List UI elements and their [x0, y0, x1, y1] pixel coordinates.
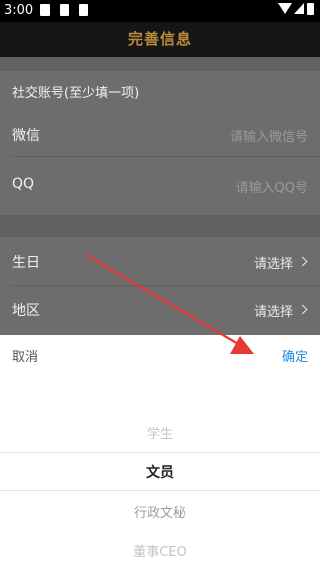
selection-line-bottom [0, 490, 320, 491]
selection-line-top [0, 452, 320, 453]
birthday-row[interactable]: 生日 请选择 [0, 237, 320, 285]
wechat-label: 微信 [12, 128, 40, 144]
qq-label: QQ [12, 176, 35, 192]
battery-icon [307, 3, 314, 15]
confirm-button[interactable]: 确定 [282, 346, 308, 365]
section-gap [0, 215, 320, 237]
page-title: 完善信息 [127, 30, 192, 48]
wechat-input[interactable]: 请输入微信号 [230, 126, 308, 145]
wifi-icon [278, 3, 292, 14]
image-icon [40, 4, 50, 16]
cancel-button[interactable]: 取消 [12, 346, 38, 365]
qq-row[interactable]: QQ 请输入QQ号 [0, 157, 320, 215]
social-section-label: 社交账号(至少填一项) [12, 86, 140, 101]
title-bar: 完善信息 [0, 22, 320, 57]
app-icon [79, 4, 88, 16]
region-label: 地区 [12, 303, 40, 319]
profile-form: 社交账号(至少填一项) 微信 请输入微信号 QQ 请输入QQ号 生日 请选择 地… [0, 57, 320, 335]
region-value: 请选择 [253, 305, 293, 320]
social-section-header: 社交账号(至少填一项) [0, 71, 320, 111]
notification-icon [60, 4, 69, 16]
picker-option[interactable]: 学生 [0, 423, 320, 442]
qq-input[interactable]: 请输入QQ号 [236, 177, 308, 196]
wechat-row[interactable]: 微信 请输入微信号 [0, 111, 320, 156]
birthday-value: 请选择 [253, 257, 293, 272]
picker-option[interactable]: 董事CEO [0, 541, 320, 560]
chevron-right-icon [297, 304, 308, 315]
occupation-picker: 取消 确定 学生 文员 行政文秘 董事CEO [0, 335, 320, 563]
birthday-label: 生日 [12, 255, 40, 271]
picker-option-selected[interactable]: 文员 [0, 462, 320, 482]
picker-option[interactable]: 行政文秘 [0, 502, 320, 521]
cell-signal-icon [294, 3, 304, 14]
chevron-right-icon [297, 256, 308, 267]
status-bar: 3:00 [0, 0, 320, 22]
region-row[interactable]: 地区 请选择 [0, 286, 320, 335]
section-gap [0, 57, 320, 71]
status-time: 3:00 [4, 3, 34, 18]
